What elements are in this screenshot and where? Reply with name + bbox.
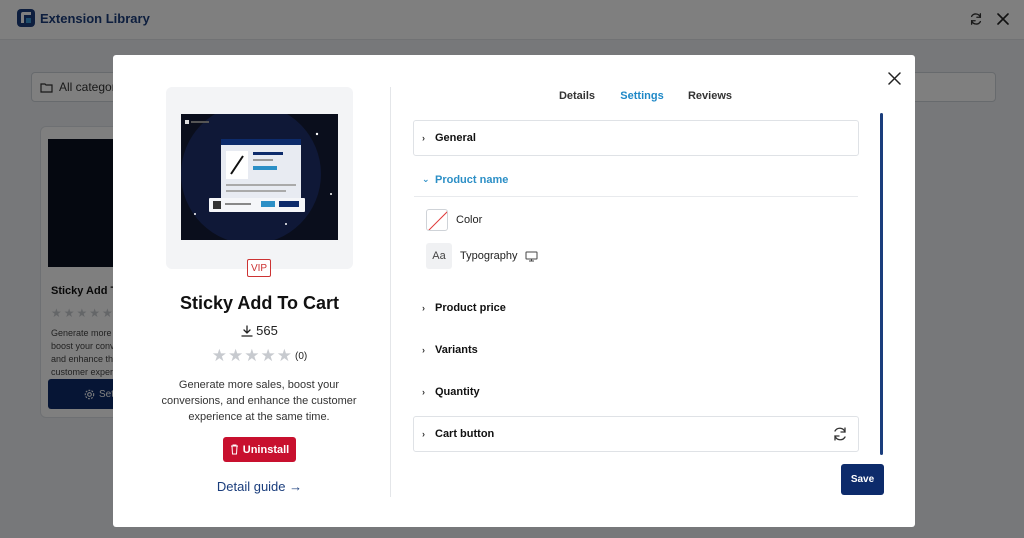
modal-close-button[interactable] [883, 67, 905, 89]
settings-section-product-price[interactable]: › Product price [413, 290, 859, 326]
chevron-right-icon: › [422, 133, 425, 143]
extension-preview [166, 87, 353, 269]
reset-icon[interactable] [832, 426, 848, 442]
settings-section-variants[interactable]: › Variants [413, 332, 859, 368]
rating-count: (0) [294, 350, 308, 362]
settings-section-variants-header[interactable]: › Variants [414, 333, 858, 367]
settings-section-product-price-label: Product price [435, 302, 506, 314]
extension-modal: VIP Sticky Add To Cart 565 ★★★★★ (0) Gen… [113, 55, 915, 527]
download-count: 565 [113, 323, 406, 338]
no-color-icon [428, 211, 447, 230]
settings-section-cart-button-label: Cart button [435, 428, 495, 440]
tab-reviews[interactable]: Reviews [679, 78, 741, 114]
uninstall-label: Uninstall [242, 443, 290, 456]
desktop-icon[interactable] [525, 251, 538, 262]
settings-section-product-price-header[interactable]: › Product price [414, 291, 858, 325]
chevron-right-icon: › [422, 345, 425, 355]
settings-section-cart-button[interactable]: › Cart button [413, 416, 859, 452]
rating: ★★★★★ (0) [113, 346, 406, 366]
settings-section-general-header[interactable]: › General [414, 121, 858, 155]
extension-title: Sticky Add To Cart [179, 293, 340, 313]
save-button[interactable]: Save [841, 464, 884, 495]
color-label: Color [456, 214, 483, 226]
settings-section-product-name-label: Product name [435, 173, 509, 186]
tab-details[interactable]: Details [550, 78, 604, 114]
settings-section-variants-label: Variants [435, 344, 478, 356]
color-swatch[interactable] [426, 209, 448, 231]
settings-section-product-name[interactable]: ⌄ Product name Color Aa Typography [413, 162, 859, 284]
settings-section-quantity[interactable]: › Quantity [413, 374, 859, 410]
detail-guide-link[interactable]: Detail guide → [113, 479, 406, 494]
trash-icon [230, 444, 238, 455]
vip-badge: VIP [247, 259, 271, 277]
settings-scrollbar[interactable] [880, 113, 883, 455]
chevron-right-icon: › [422, 303, 425, 313]
settings-section-general-label: General [435, 132, 476, 144]
tab-settings[interactable]: Settings [606, 78, 678, 114]
settings-section-general[interactable]: › General [413, 120, 859, 156]
settings-section-product-name-body: Color Aa Typography [414, 197, 858, 283]
extension-preview-image [181, 114, 338, 240]
column-divider [390, 87, 391, 497]
close-icon [887, 71, 901, 85]
typography-option[interactable]: Aa Typography [426, 243, 538, 269]
download-icon [241, 324, 253, 337]
settings-section-product-name-header[interactable]: ⌄ Product name [414, 163, 858, 197]
extension-description: Generate more sales, boost your conversi… [161, 379, 357, 423]
uninstall-button[interactable]: Uninstall [223, 437, 296, 462]
chevron-down-icon: ⌄ [422, 174, 430, 184]
typography-icon[interactable]: Aa [426, 243, 452, 269]
typography-label: Typography [460, 250, 518, 262]
settings-section-cart-button-header[interactable]: › Cart button [414, 417, 858, 451]
color-option[interactable]: Color [426, 209, 482, 231]
chevron-right-icon: › [422, 387, 425, 397]
settings-section-quantity-header[interactable]: › Quantity [414, 375, 858, 409]
settings-section-quantity-label: Quantity [435, 386, 480, 398]
preview-illustration-icon [181, 114, 338, 240]
download-count-value: 565 [256, 323, 278, 338]
star-rating-icon: ★★★★★ [211, 346, 293, 365]
chevron-right-icon: › [422, 429, 425, 439]
